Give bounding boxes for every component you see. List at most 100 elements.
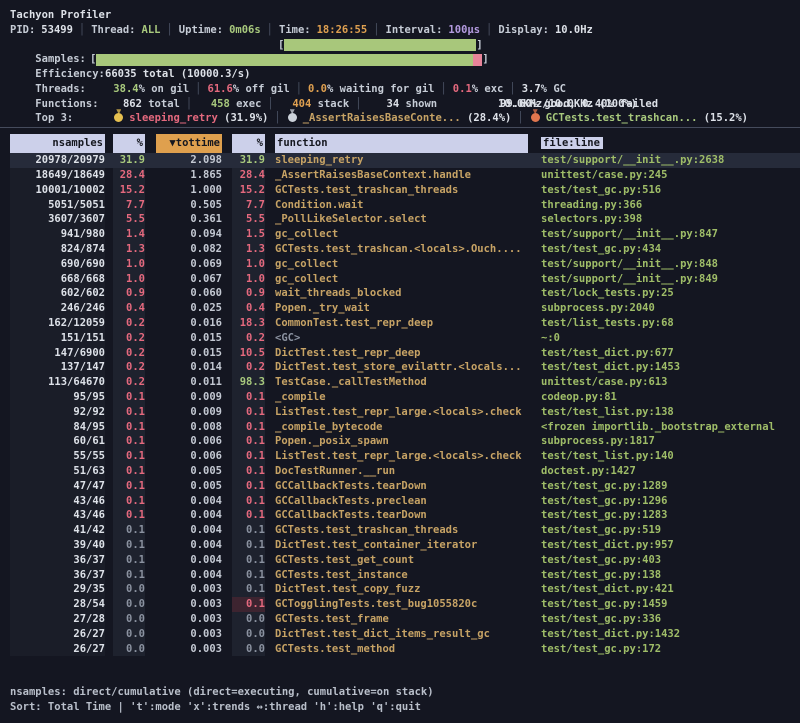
cell-nsamples: 28/54	[10, 597, 105, 612]
column-header-pct-cumulative[interactable]: %	[232, 134, 265, 153]
table-row[interactable]: 690/6901.00.0691.0gc_collecttest/support…	[10, 257, 800, 272]
table-row[interactable]: 113/646700.20.01198.3TestCase._callTestM…	[10, 375, 800, 390]
cell-fileline: test/test_gc.py:434	[541, 242, 800, 257]
gold-medal-icon	[114, 113, 123, 122]
cell-tottime: 0.015	[156, 331, 222, 346]
top3-line: Top 3:sleeping_retry (31.9%)_AssertRaise…	[10, 97, 800, 112]
cell-pct-direct: 0.2	[113, 331, 145, 346]
table-row[interactable]: 28/540.00.0030.1GCTogglingTests.test_bug…	[10, 597, 800, 612]
cell-fileline: test/support/__init__.py:848	[541, 257, 800, 272]
stat-value: 0m06s	[229, 24, 261, 36]
cell-fileline: test/test_gc.py:519	[541, 523, 800, 538]
table-row[interactable]: 20978/2097931.92.09831.9sleeping_retryte…	[10, 153, 800, 168]
cell-pct-direct: 0.0	[113, 627, 145, 642]
table-row[interactable]: 668/6681.00.0671.0gc_collecttest/support…	[10, 272, 800, 287]
divider-icon	[267, 24, 273, 36]
table-row[interactable]: 941/9801.40.0941.5gc_collecttest/support…	[10, 227, 800, 242]
table-row[interactable]: 147/69000.20.01510.5DictTest.test_repr_d…	[10, 346, 800, 361]
samples-line: Samples: 66035 total (10000.3/s) 10.0KHz…	[10, 38, 800, 53]
table-row[interactable]: 95/950.10.0090.1_compilecodeop.py:81	[10, 390, 800, 405]
cell-pct-cumulative: 31.9	[232, 153, 265, 168]
cell-fileline: test/test_list.py:138	[541, 405, 800, 420]
cell-pct-direct: 0.9	[113, 286, 145, 301]
cell-fileline: test/test_dict.py:677	[541, 346, 800, 361]
top-function-pct: (15.2%)	[704, 112, 748, 124]
divider-icon	[166, 24, 172, 36]
cell-pct-cumulative: 0.1	[232, 434, 265, 449]
cell-function: DocTestRunner.__run	[275, 464, 528, 479]
cell-pct-cumulative: 0.9	[232, 286, 265, 301]
stat-value: 53499	[41, 24, 73, 36]
stat-value: 100µs	[448, 24, 480, 36]
cell-tottime: 0.060	[156, 286, 222, 301]
stat-label: Uptime:	[179, 24, 223, 36]
table-row[interactable]: 36/370.10.0040.1GCTests.test_instancetes…	[10, 568, 800, 583]
column-header-pct-direct[interactable]: %	[113, 134, 145, 153]
cell-pct-cumulative: 0.1	[232, 479, 265, 494]
table-row[interactable]: 137/1470.20.0140.2DictTest.test_store_ev…	[10, 360, 800, 375]
table-row[interactable]: 10001/1000215.21.00015.2GCTests.test_tra…	[10, 183, 800, 198]
cell-pct-direct: 0.4	[113, 301, 145, 316]
table-row[interactable]: 151/1510.20.0150.2<GC>~:0	[10, 331, 800, 346]
cell-tottime: 0.015	[156, 346, 222, 361]
table-row[interactable]: 824/8741.30.0821.3GCTests.test_trashcan.…	[10, 242, 800, 257]
table-row[interactable]: 43/460.10.0040.1GCCallbackTests.tearDown…	[10, 508, 800, 523]
cell-fileline: test/support/__init__.py:849	[541, 272, 800, 287]
table-row[interactable]: 162/120590.20.01618.3CommonTest.test_rep…	[10, 316, 800, 331]
table-row[interactable]: 246/2460.40.0250.4Popen._try_waitsubproc…	[10, 301, 800, 316]
column-header-tottime-sorted[interactable]: ▼tottime	[156, 134, 222, 153]
table-row[interactable]: 60/610.10.0060.1Popen._posix_spawnsubpro…	[10, 434, 800, 449]
cell-tottime: 0.082	[156, 242, 222, 257]
table-row[interactable]: 84/950.10.0080.1_compile_bytecode<frozen…	[10, 420, 800, 435]
cell-pct-direct: 1.3	[113, 242, 145, 257]
cell-function: <GC>	[275, 331, 528, 346]
table-row[interactable]: 27/280.00.0030.0GCTests.test_frametest/t…	[10, 612, 800, 627]
table-row[interactable]: 5051/50517.70.5057.7Condition.waitthread…	[10, 198, 800, 213]
cell-pct-direct: 5.5	[113, 212, 145, 227]
table-row[interactable]: 26/270.00.0030.0DictTest.test_dict_items…	[10, 627, 800, 642]
table-row[interactable]: 51/630.10.0050.1DocTestRunner.__rundocte…	[10, 464, 800, 479]
table-row[interactable]: 29/350.00.0030.1DictTest.test_copy_fuzzt…	[10, 582, 800, 597]
cell-function: Popen._try_wait	[275, 301, 528, 316]
functions-line: Functions: 862 total 458 exec 404 stack …	[10, 82, 800, 97]
cell-function: TestCase._callTestMethod	[275, 375, 528, 390]
divider-icon	[274, 112, 280, 124]
column-header-fileline[interactable]: file:line	[541, 134, 800, 153]
table-row[interactable]: 41/420.10.0040.1GCTests.test_trashcan_th…	[10, 523, 800, 538]
table-row[interactable]: 92/920.10.0090.1ListTest.test_repr_large…	[10, 405, 800, 420]
stat-value: 10.0Hz	[555, 24, 593, 36]
table-row[interactable]: 26/270.00.0030.0GCTests.test_methodtest/…	[10, 642, 800, 657]
cell-function: gc_collect	[275, 272, 528, 287]
cell-pct-cumulative: 28.4	[232, 168, 265, 183]
footer-keybindings: Sort: Total Time | 't':mode 'x':trends ↔…	[10, 700, 800, 715]
table-row[interactable]: 39/400.10.0040.1DictTest.test_container_…	[10, 538, 800, 553]
cell-nsamples: 246/246	[10, 301, 105, 316]
cell-nsamples: 55/55	[10, 449, 105, 464]
cell-tottime: 0.008	[156, 420, 222, 435]
column-header-function[interactable]: function	[275, 134, 528, 153]
cell-pct-cumulative: 0.1	[232, 538, 265, 553]
cell-nsamples: 92/92	[10, 405, 105, 420]
header-separator	[0, 127, 800, 128]
cell-fileline: test/test_dict.py:421	[541, 582, 800, 597]
table-row[interactable]: 43/460.10.0040.1GCCallbackTests.preclean…	[10, 494, 800, 509]
cell-nsamples: 668/668	[10, 272, 105, 287]
column-header-nsamples[interactable]: nsamples	[10, 134, 105, 153]
table-row[interactable]: 36/370.10.0040.1GCTests.test_get_countte…	[10, 553, 800, 568]
table-row[interactable]: 47/470.10.0050.1GCCallbackTests.tearDown…	[10, 479, 800, 494]
cell-pct-cumulative: 98.3	[232, 375, 265, 390]
table-row[interactable]: 55/550.10.0060.1ListTest.test_repr_large…	[10, 449, 800, 464]
cell-tottime: 0.069	[156, 257, 222, 272]
cell-tottime: 0.361	[156, 212, 222, 227]
cell-tottime: 1.865	[156, 168, 222, 183]
cell-function: GCCallbackTests.tearDown	[275, 479, 528, 494]
table-row[interactable]: 18649/1864928.41.86528.4_AssertRaisesBas…	[10, 168, 800, 183]
cell-nsamples: 26/27	[10, 642, 105, 657]
table-row[interactable]: 3607/36075.50.3615.5_PollLikeSelector.se…	[10, 212, 800, 227]
cell-pct-cumulative: 0.1	[232, 523, 265, 538]
table-row[interactable]: 602/6020.90.0600.9wait_threads_blockedte…	[10, 286, 800, 301]
cell-tottime: 0.006	[156, 449, 222, 464]
cell-tottime: 0.016	[156, 316, 222, 331]
cell-tottime: 0.004	[156, 568, 222, 583]
cell-tottime: 1.000	[156, 183, 222, 198]
